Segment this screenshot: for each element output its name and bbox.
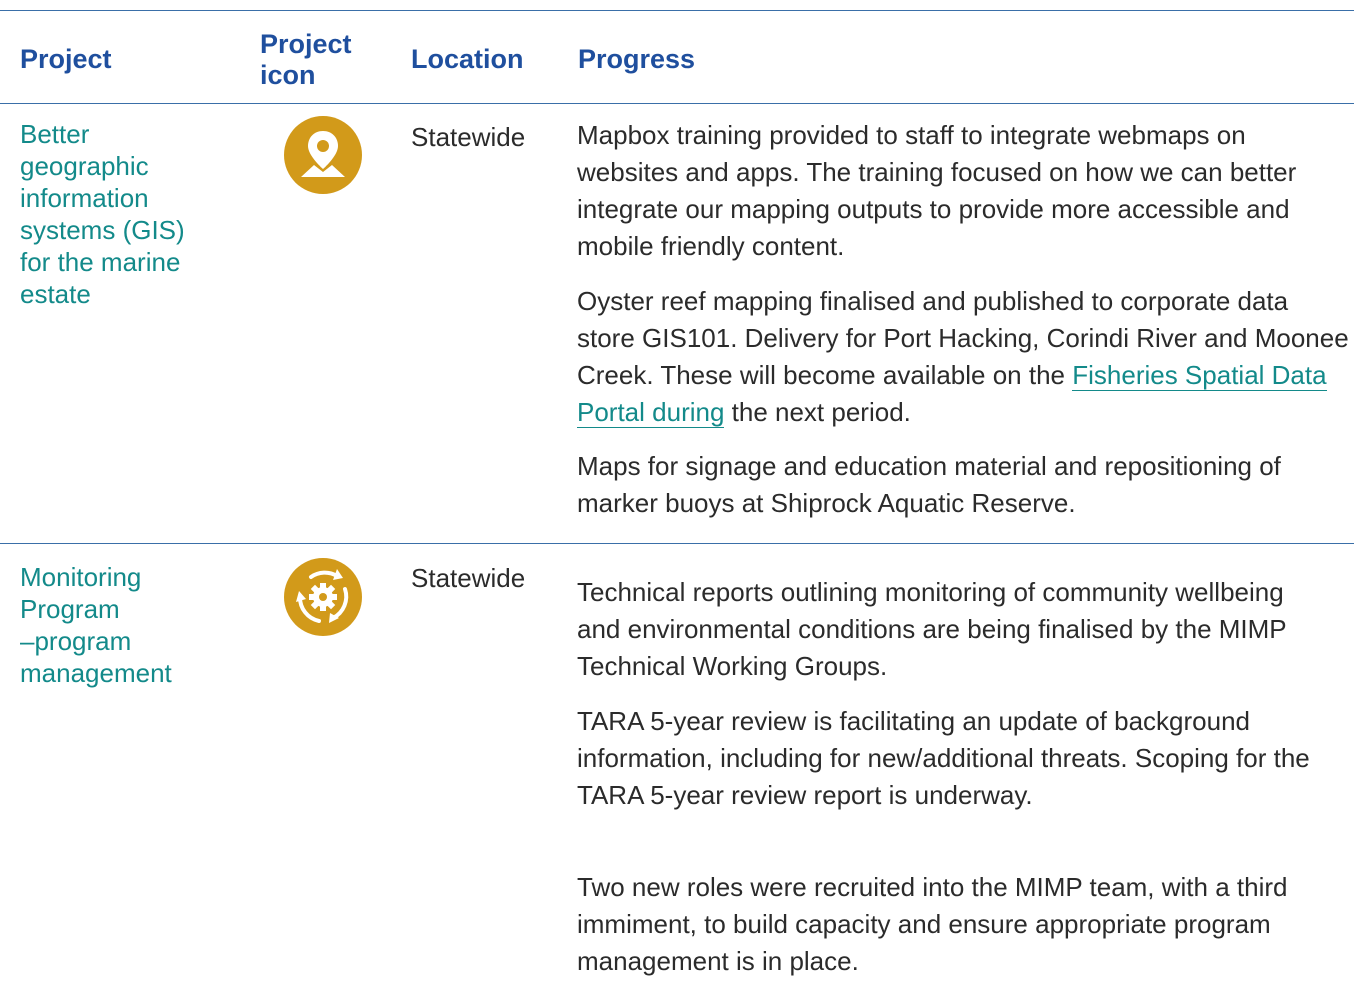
header-project-icon: Project icon [260,29,380,91]
project-name-line: –program [20,626,132,656]
progress-paragraph: Oyster reef mapping finalised and publis… [577,283,1352,431]
project-name-line: Better [20,119,90,149]
progress-paragraph: Mapbox training provided to staff to int… [577,120,1297,261]
table-top-rule [0,10,1354,11]
project-name-line: Monitoring [20,562,142,592]
project-name: Monitoring Program –program management [20,561,240,689]
project-name-line: management [20,658,172,688]
progress-paragraph: TARA 5-year review is facilitating an up… [577,706,1310,810]
header-project: Project [20,44,112,74]
header-project-icon-line2: icon [260,60,316,90]
header-progress: Progress [578,44,696,74]
header-location: Location [411,44,524,74]
project-name-line: estate [20,279,91,309]
row-rule [0,543,1354,544]
cycle-gear-icon [284,558,362,636]
project-name: Better geographic information systems (G… [20,118,240,310]
location: Statewide [411,122,526,152]
project-name-line: information [20,183,149,213]
location: Statewide [411,563,526,593]
project-name-line: Program [20,594,120,624]
map-pin-icon [284,116,362,194]
progress-paragraph: Technical reports outlining monitoring o… [577,577,1287,681]
project-name-line: geographic [20,151,149,181]
progress-text: the next period. [724,397,911,427]
progress-paragraph: Maps for signage and education material … [577,451,1281,518]
header-project-icon-line1: Project [260,29,352,59]
progress-paragraph: Two new roles were recruited into the MI… [577,872,1288,976]
project-name-line: for the marine [20,247,181,277]
project-name-line: systems (GIS) [20,215,185,245]
header-rule [0,103,1354,104]
